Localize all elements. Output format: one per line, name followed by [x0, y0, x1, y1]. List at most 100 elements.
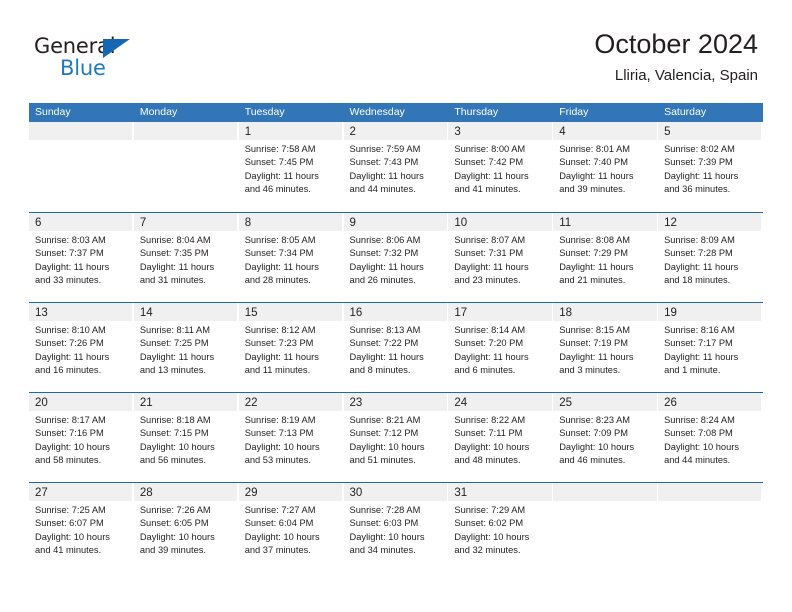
day-cell[interactable]: 12 Sunrise: 8:09 AM Sunset: 7:28 PM Dayl…	[658, 213, 763, 302]
day-cell[interactable]: 1 Sunrise: 7:58 AM Sunset: 7:45 PM Dayli…	[238, 122, 344, 211]
day-cell[interactable]: 15 Sunrise: 8:12 AM Sunset: 7:23 PM Dayl…	[238, 303, 344, 392]
weekday-header-sunday: Sunday	[35, 106, 71, 118]
day-cell[interactable]	[29, 122, 134, 211]
day-number: 1	[244, 126, 252, 138]
day-details: Sunrise: 8:02 AM Sunset: 7:39 PM Dayligh…	[658, 140, 763, 197]
calendar-grid: Sunday Monday Tuesday Wednesday Thursday…	[29, 103, 763, 572]
daylight-text-line1: Daylight: 11 hours	[349, 261, 424, 272]
sunset-text: Sunset: 7:11 PM	[454, 428, 523, 439]
day-details: Sunrise: 8:04 AM Sunset: 7:35 PM Dayligh…	[134, 231, 239, 288]
day-number: 11	[559, 217, 572, 229]
day-cell[interactable]: 2 Sunrise: 7:59 AM Sunset: 7:43 PM Dayli…	[343, 122, 449, 211]
day-cell[interactable]: 11 Sunrise: 8:08 AM Sunset: 7:29 PM Dayl…	[553, 213, 659, 302]
day-number-band: 19	[658, 303, 762, 321]
day-cell[interactable]: 21 Sunrise: 8:18 AM Sunset: 7:15 PM Dayl…	[133, 393, 239, 482]
day-cell[interactable]: 19 Sunrise: 8:16 AM Sunset: 7:17 PM Dayl…	[658, 303, 763, 392]
sunset-text: Sunset: 7:12 PM	[349, 428, 419, 439]
day-cell[interactable]: 27 Sunrise: 7:25 AM Sunset: 6:07 PM Dayl…	[29, 483, 134, 572]
day-number: 25	[559, 397, 573, 409]
sunrise-text: Sunrise: 8:01 AM	[559, 144, 631, 154]
day-cell[interactable]: 17 Sunrise: 8:14 AM Sunset: 7:20 PM Dayl…	[448, 303, 554, 392]
sunset-text: Sunset: 6:07 PM	[35, 518, 104, 529]
day-number-band: 15	[238, 303, 343, 321]
day-number-band: 8	[238, 213, 343, 231]
day-cell[interactable]	[553, 483, 659, 572]
day-cell[interactable]: 4 Sunrise: 8:01 AM Sunset: 7:40 PM Dayli…	[553, 122, 659, 211]
sunrise-text: Sunrise: 8:09 AM	[664, 235, 735, 245]
day-cell[interactable]: 29 Sunrise: 7:27 AM Sunset: 6:04 PM Dayl…	[238, 483, 344, 572]
day-number-band: 2	[343, 122, 447, 140]
day-details	[134, 140, 239, 143]
day-details	[553, 501, 658, 504]
day-number-band: 12	[658, 213, 762, 231]
sunset-text: Sunset: 7:13 PM	[244, 428, 314, 439]
daylight-text-line2: and 16 minutes.	[35, 365, 102, 376]
day-cell[interactable]: 6 Sunrise: 8:03 AM Sunset: 7:37 PM Dayli…	[29, 213, 134, 302]
calendar-page: General Blue October 2024 Lliria, Valenc…	[0, 0, 792, 612]
sunset-text: Sunset: 7:35 PM	[139, 248, 209, 259]
day-number: 2	[349, 126, 356, 138]
day-number-band: 29	[238, 483, 343, 501]
daylight-text-line2: and 44 minutes.	[664, 455, 731, 466]
day-cell[interactable]: 22 Sunrise: 8:19 AM Sunset: 7:13 PM Dayl…	[238, 393, 344, 482]
title-block: October 2024 Lliria, Valencia, Spain	[594, 28, 758, 86]
day-cell[interactable]: 7 Sunrise: 8:04 AM Sunset: 7:35 PM Dayli…	[133, 213, 239, 302]
sunset-text: Sunset: 7:28 PM	[664, 248, 733, 259]
day-cell[interactable]: 13 Sunrise: 8:10 AM Sunset: 7:26 PM Dayl…	[29, 303, 134, 392]
day-number: 31	[454, 487, 468, 499]
daylight-text-line1: Daylight: 11 hours	[244, 170, 319, 181]
day-cell[interactable]	[658, 483, 763, 572]
sunrise-text: Sunrise: 8:16 AM	[664, 325, 735, 335]
day-cell[interactable]: 20 Sunrise: 8:17 AM Sunset: 7:16 PM Dayl…	[29, 393, 134, 482]
day-number: 19	[664, 307, 677, 319]
daylight-text-line1: Daylight: 11 hours	[244, 351, 319, 362]
day-cell[interactable]: 10 Sunrise: 8:07 AM Sunset: 7:31 PM Dayl…	[448, 213, 554, 302]
sunset-text: Sunset: 7:25 PM	[139, 338, 209, 349]
day-cell[interactable]: 24 Sunrise: 8:22 AM Sunset: 7:11 PM Dayl…	[448, 393, 554, 482]
daylight-text-line1: Daylight: 10 hours	[559, 441, 635, 452]
day-cell[interactable]: 28 Sunrise: 7:26 AM Sunset: 6:05 PM Dayl…	[133, 483, 239, 572]
weekday-header-tuesday: Tuesday	[244, 106, 285, 118]
day-cell[interactable]: 16 Sunrise: 8:13 AM Sunset: 7:22 PM Dayl…	[343, 303, 449, 392]
day-number-band: 1	[238, 122, 343, 140]
day-details: Sunrise: 8:07 AM Sunset: 7:31 PM Dayligh…	[448, 231, 553, 288]
sunset-text: Sunset: 6:05 PM	[139, 518, 209, 529]
sunset-text: Sunset: 7:20 PM	[454, 338, 524, 349]
day-number-band	[133, 122, 238, 140]
daylight-text-line1: Daylight: 10 hours	[35, 531, 110, 542]
day-number-band: 20	[29, 393, 133, 411]
day-cell[interactable]: 31 Sunrise: 7:29 AM Sunset: 6:02 PM Dayl…	[448, 483, 554, 572]
day-cell[interactable]: 30 Sunrise: 7:28 AM Sunset: 6:03 PM Dayl…	[343, 483, 449, 572]
sunrise-text: Sunrise: 8:21 AM	[349, 415, 421, 425]
day-number-band	[29, 122, 133, 140]
daylight-text-line2: and 36 minutes.	[664, 184, 731, 195]
sunrise-text: Sunrise: 7:59 AM	[349, 144, 421, 154]
sunrise-text: Sunrise: 7:29 AM	[454, 505, 526, 515]
day-number: 5	[664, 126, 671, 138]
sunset-text: Sunset: 7:22 PM	[349, 338, 419, 349]
day-cell[interactable]: 5 Sunrise: 8:02 AM Sunset: 7:39 PM Dayli…	[658, 122, 763, 211]
sunrise-text: Sunrise: 8:08 AM	[559, 235, 631, 245]
day-cell[interactable]: 3 Sunrise: 8:00 AM Sunset: 7:42 PM Dayli…	[448, 122, 554, 211]
daylight-text-line2: and 41 minutes.	[35, 545, 102, 556]
day-number-band: 23	[343, 393, 447, 411]
day-cell[interactable]: 14 Sunrise: 8:11 AM Sunset: 7:25 PM Dayl…	[133, 303, 239, 392]
day-cell[interactable]: 8 Sunrise: 8:05 AM Sunset: 7:34 PM Dayli…	[238, 213, 344, 302]
day-cell[interactable]: 9 Sunrise: 8:06 AM Sunset: 7:32 PM Dayli…	[343, 213, 449, 302]
sunrise-text: Sunrise: 8:02 AM	[664, 144, 735, 154]
daylight-text-line1: Daylight: 11 hours	[35, 261, 110, 272]
day-number-band: 9	[343, 213, 447, 231]
daylight-text-line1: Daylight: 10 hours	[664, 441, 739, 452]
sunrise-text: Sunrise: 7:25 AM	[35, 505, 106, 515]
sunset-text: Sunset: 7:39 PM	[664, 157, 733, 168]
day-cell[interactable]: 23 Sunrise: 8:21 AM Sunset: 7:12 PM Dayl…	[343, 393, 449, 482]
day-cell[interactable]	[133, 122, 239, 211]
day-cell[interactable]: 25 Sunrise: 8:23 AM Sunset: 7:09 PM Dayl…	[553, 393, 659, 482]
day-cell[interactable]: 18 Sunrise: 8:15 AM Sunset: 7:19 PM Dayl…	[553, 303, 659, 392]
day-number-band: 14	[133, 303, 238, 321]
daylight-text-line2: and 37 minutes.	[244, 545, 311, 556]
day-number-band: 26	[658, 393, 762, 411]
daylight-text-line1: Daylight: 11 hours	[349, 351, 424, 362]
daylight-text-line2: and 41 minutes.	[454, 184, 521, 195]
day-cell[interactable]: 26 Sunrise: 8:24 AM Sunset: 7:08 PM Dayl…	[658, 393, 763, 482]
